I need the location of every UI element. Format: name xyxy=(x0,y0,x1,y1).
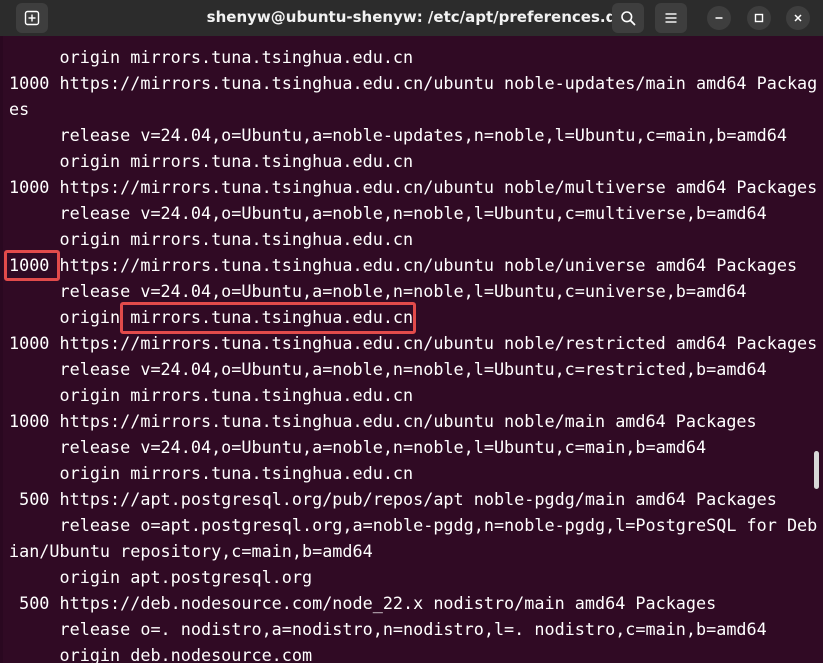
terminal-line: release v=24.04,o=Ubuntu,a=noble-updates… xyxy=(9,125,787,145)
terminal-line: origin deb.nodesource.com xyxy=(9,645,313,663)
terminal-output[interactable]: origin mirrors.tuna.tsinghua.edu.cn 1000… xyxy=(0,36,823,663)
terminal-line: origin mirrors.tuna.tsinghua.edu.cn xyxy=(9,151,414,171)
close-button[interactable] xyxy=(786,6,810,30)
title-bar[interactable]: shenyw@ubuntu-shenyw: /etc/apt/preferenc… xyxy=(0,0,823,36)
maximize-icon xyxy=(754,13,764,23)
terminal-line: 1000 https://mirrors.tuna.tsinghua.edu.c… xyxy=(9,411,757,431)
minimize-icon xyxy=(715,17,723,19)
terminal-line: release o=. nodistro,a=nodistro,n=nodist… xyxy=(9,619,767,639)
new-tab-icon xyxy=(24,10,40,26)
terminal-line: release v=24.04,o=Ubuntu,a=noble,n=noble… xyxy=(9,437,707,457)
terminal-window: shenyw@ubuntu-shenyw: /etc/apt/preferenc… xyxy=(0,0,823,663)
terminal-line: release v=24.04,o=Ubuntu,a=noble,n=noble… xyxy=(9,203,767,223)
terminal-line: 1000 https://mirrors.tuna.tsinghua.edu.c… xyxy=(9,73,818,93)
hamburger-menu-icon xyxy=(665,13,677,23)
search-icon xyxy=(621,11,636,26)
highlight-origin-box xyxy=(120,302,416,334)
terminal-line: es xyxy=(9,99,30,119)
terminal-line: origin mirrors.tuna.tsinghua.edu.cn xyxy=(9,385,414,405)
terminal-line: release v=24.04,o=Ubuntu,a=noble,n=noble… xyxy=(9,359,767,379)
terminal-line: release v=24.04,o=Ubuntu,a=noble,n=noble… xyxy=(9,281,747,301)
close-icon xyxy=(794,14,802,22)
terminal-line: 500 https://apt.postgresql.org/pub/repos… xyxy=(9,489,777,509)
terminal-line: origin mirrors.tuna.tsinghua.edu.cn xyxy=(9,47,414,67)
terminal-line: origin mirrors.tuna.tsinghua.edu.cn xyxy=(9,463,414,483)
terminal-line: origin mirrors.tuna.tsinghua.edu.cn xyxy=(9,229,414,249)
minimize-button[interactable] xyxy=(707,6,731,30)
window-title: shenyw@ubuntu-shenyw: /etc/apt/preferenc… xyxy=(206,8,617,26)
terminal-line: 1000 https://mirrors.tuna.tsinghua.edu.c… xyxy=(9,255,798,275)
menu-button[interactable] xyxy=(655,3,687,33)
terminal-line: ian/Ubuntu repository,c=main,b=amd64 xyxy=(9,541,373,561)
terminal-line: origin apt.postgresql.org xyxy=(9,567,313,587)
terminal-line: 500 https://deb.nodesource.com/node_22.x… xyxy=(9,593,717,613)
scrollbar-thumb[interactable] xyxy=(814,451,819,489)
maximize-button[interactable] xyxy=(747,6,771,30)
new-tab-button[interactable] xyxy=(16,3,48,33)
terminal-line: release o=apt.postgresql.org,a=noble-pgd… xyxy=(9,515,818,535)
window-edge xyxy=(0,36,3,663)
terminal-line: 1000 https://mirrors.tuna.tsinghua.edu.c… xyxy=(9,177,818,197)
search-button[interactable] xyxy=(612,3,644,33)
highlight-priority-box xyxy=(4,250,60,281)
